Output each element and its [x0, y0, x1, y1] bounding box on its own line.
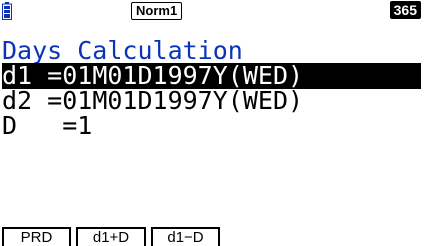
mode-badge: Norm1: [131, 2, 183, 20]
row-label: D: [2, 111, 18, 140]
row-D[interactable]: D =1: [2, 113, 92, 139]
counter-badge: 365: [389, 1, 421, 19]
calculator-screen: Norm1 365 Days Calculation d1 =01M01D199…: [0, 0, 425, 246]
function-key-bar: PRD d1+D d1−D: [0, 225, 425, 246]
fkey-d1-plus-d[interactable]: d1+D: [76, 227, 146, 246]
fkey-d1-minus-d[interactable]: d1−D: [151, 227, 220, 246]
row-value: =1: [62, 111, 93, 140]
battery-icon: [2, 2, 12, 20]
fkey-prd[interactable]: PRD: [2, 227, 71, 246]
